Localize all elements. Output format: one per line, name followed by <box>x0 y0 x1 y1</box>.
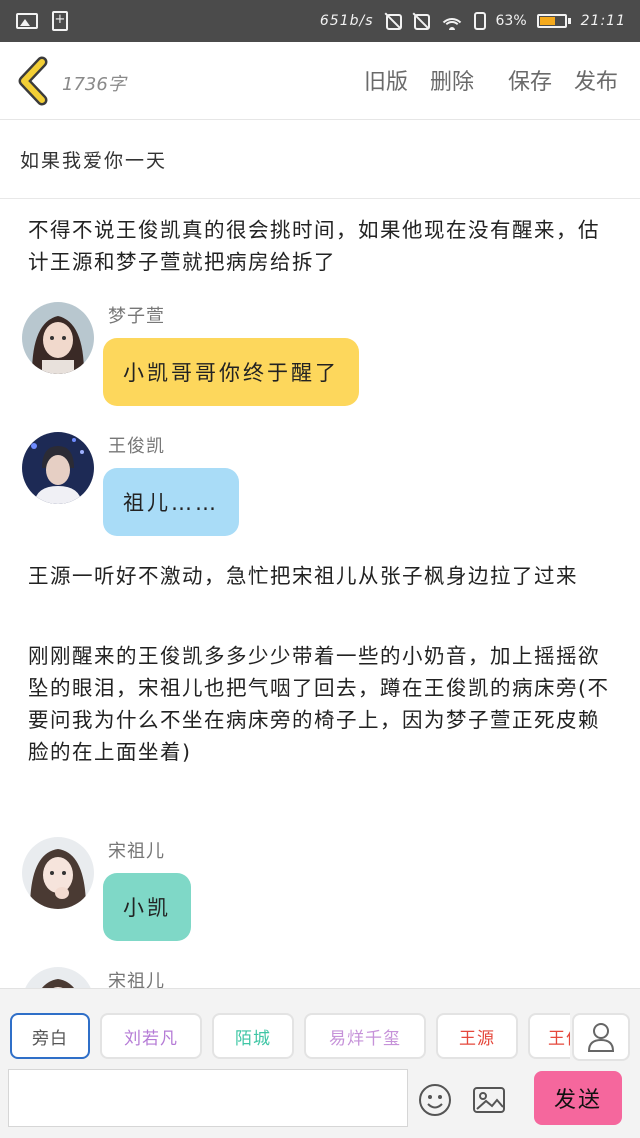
character-chip[interactable]: 王源 <box>436 1013 518 1059</box>
chevron-left-icon <box>18 56 48 106</box>
character-label: 刘若凡 <box>124 1028 178 1049</box>
narration-paragraph[interactable]: 不得不说王俊凯真的很会挑时间，如果他现在没有醒来，估计王源和梦子萱就把病房给拆了 <box>28 214 618 278</box>
emoji-button[interactable] <box>418 1083 452 1117</box>
speech-bubble: 小凯 <box>103 873 191 941</box>
phone-icon <box>473 12 486 30</box>
editor-toolbar: 1736字 旧版 删除 保存 发布 <box>0 42 640 120</box>
old-version-button[interactable]: 旧版 <box>364 64 408 96</box>
character-label: 易烊千玺 <box>329 1028 401 1049</box>
wifi-icon <box>439 12 464 30</box>
insert-image-button[interactable] <box>472 1083 506 1117</box>
avatar <box>22 432 94 504</box>
composer-panel: 旁白 刘若凡 陌城 易烊千玺 王源 王俊凯 <box>0 988 640 1138</box>
speaker-name: 梦子萱 <box>108 306 165 327</box>
delete-button[interactable]: 删除 <box>430 64 474 96</box>
battery-icon <box>536 14 571 28</box>
avatar <box>22 837 94 909</box>
save-button[interactable]: 保存 <box>508 64 552 96</box>
send-button[interactable]: 发送 <box>534 1071 622 1125</box>
speech-bubble: 祖儿…… <box>103 468 239 536</box>
status-bar: + 651b/s 63% 21:11 <box>0 0 640 42</box>
smiley-icon <box>419 1084 451 1116</box>
divider <box>0 198 640 199</box>
vibrate-off-icon <box>412 12 430 30</box>
character-chip[interactable]: 旁白 <box>10 1013 90 1059</box>
user-icon <box>587 1023 615 1052</box>
publish-button[interactable]: 发布 <box>574 64 618 96</box>
character-chip[interactable]: 陌城 <box>212 1013 294 1059</box>
battery-percent: 63% <box>495 13 527 29</box>
speech-bubble: 小凯哥哥你终于醒了 <box>103 338 359 406</box>
character-label: 王俊凯 <box>548 1028 570 1049</box>
story-title[interactable]: 如果我爱你一天 <box>20 146 167 173</box>
add-character-button[interactable] <box>572 1013 630 1061</box>
avatar <box>22 302 94 374</box>
mute-icon <box>384 12 402 30</box>
network-speed: 651b/s <box>319 13 374 29</box>
character-label: 旁白 <box>32 1028 68 1049</box>
gallery-icon <box>16 13 38 29</box>
narration-paragraph[interactable]: 刚刚醒来的王俊凯多多少少带着一些的小奶音，加上摇摇欲坠的眼泪，宋祖儿也把气咽了回… <box>28 640 618 768</box>
narration-paragraph[interactable]: 王源一听好不激动，急忙把宋祖儿从张子枫身边拉了过来 <box>28 560 618 592</box>
character-label: 陌城 <box>235 1028 271 1049</box>
character-selector: 旁白 刘若凡 陌城 易烊千玺 王源 王俊凯 <box>10 1013 570 1061</box>
character-chip[interactable]: 王俊凯 <box>528 1013 570 1059</box>
character-chip[interactable]: 刘若凡 <box>100 1013 202 1059</box>
clock: 21:11 <box>580 13 626 29</box>
message-input[interactable] <box>8 1069 408 1127</box>
sim-add-icon: + <box>52 11 68 31</box>
battery-fill <box>539 17 555 25</box>
speaker-name: 宋祖儿 <box>108 841 165 862</box>
word-count: 1736字 <box>62 74 126 95</box>
speaker-name: 王俊凯 <box>108 436 165 457</box>
image-icon <box>473 1087 505 1113</box>
character-chip[interactable]: 易烊千玺 <box>304 1013 426 1059</box>
back-button[interactable] <box>14 56 54 106</box>
character-label: 王源 <box>459 1028 495 1049</box>
